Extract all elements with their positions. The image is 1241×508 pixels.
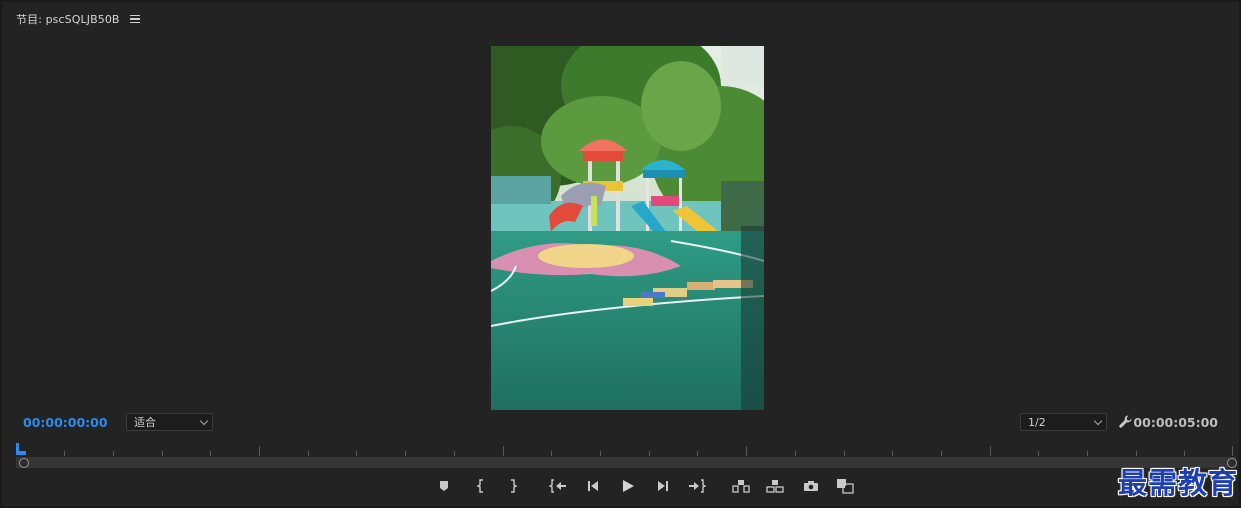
comparison-icon — [837, 479, 854, 494]
panel-tab-header: 节目: pscSQLJB50B — [16, 11, 140, 27]
ruler-tick — [210, 451, 211, 456]
ruler-tick — [990, 446, 991, 456]
step-forward-icon — [658, 481, 668, 491]
ruler-tick — [356, 451, 357, 456]
transport-controls — [2, 476, 1241, 496]
camera-icon — [804, 481, 818, 491]
zoom-level-select[interactable]: 适合 — [126, 413, 213, 431]
extract-icon — [766, 480, 784, 493]
time-ruler[interactable] — [16, 442, 1236, 458]
add-marker-button[interactable] — [433, 476, 455, 496]
go-to-out-icon — [689, 479, 706, 493]
ruler-tick — [795, 451, 796, 456]
ruler-tick — [1038, 451, 1039, 456]
zoom-scroll-left-handle[interactable] — [19, 458, 29, 468]
export-frame-button[interactable] — [800, 476, 822, 496]
program-monitor-panel: 节目: pscSQLJB50B 00:00:00:00 适合 1/2 00:00… — [0, 0, 1241, 508]
wrench-icon[interactable] — [1117, 413, 1135, 431]
ruler-tick — [844, 451, 845, 456]
go-to-in-icon — [549, 479, 566, 493]
mark-out-button[interactable] — [502, 476, 524, 496]
ruler-tick — [162, 451, 163, 456]
step-back-icon — [588, 481, 598, 491]
ruler-tick — [649, 451, 650, 456]
ruler-tick — [600, 451, 601, 456]
ruler-tick — [259, 446, 260, 456]
playhead[interactable] — [16, 442, 26, 456]
play-button[interactable] — [617, 476, 639, 496]
zoom-scroll-bar[interactable] — [16, 457, 1236, 468]
chevron-down-icon — [199, 416, 209, 426]
watermark-logo: 最需教育 — [1118, 466, 1239, 500]
preview-frame-image — [491, 46, 764, 410]
marker-icon — [440, 481, 448, 491]
ruler-tick — [308, 451, 309, 456]
ruler-tick — [551, 451, 552, 456]
playback-resolution-select[interactable]: 1/2 — [1020, 413, 1107, 431]
mark-in-icon — [476, 479, 483, 493]
ruler-tick — [1087, 451, 1088, 456]
lift-icon — [732, 480, 750, 493]
extract-button[interactable] — [764, 476, 786, 496]
ruler-tick — [64, 451, 65, 456]
ruler-tick — [1184, 451, 1185, 456]
ruler-tick — [113, 451, 114, 456]
ruler-tick — [1136, 451, 1137, 456]
duration-timecode: 00:00:05:00 — [1133, 415, 1218, 430]
video-preview[interactable] — [491, 46, 764, 410]
ruler-tick — [1232, 446, 1233, 456]
step-back-button[interactable] — [582, 476, 604, 496]
chevron-down-icon — [1093, 416, 1103, 426]
ruler-tick — [892, 451, 893, 456]
go-to-in-button[interactable] — [547, 476, 569, 496]
current-timecode[interactable]: 00:00:00:00 — [23, 415, 108, 430]
play-icon — [623, 480, 634, 492]
ruler-tick — [941, 451, 942, 456]
panel-title[interactable]: 节目: pscSQLJB50B — [16, 11, 120, 27]
playback-resolution-value: 1/2 — [1028, 415, 1046, 429]
ruler-tick — [454, 451, 455, 456]
hamburger-icon[interactable] — [129, 15, 140, 23]
ruler-tick — [746, 446, 747, 456]
ruler-tick — [405, 451, 406, 456]
ruler-tick — [503, 446, 504, 456]
go-to-out-button[interactable] — [686, 476, 708, 496]
mark-in-button[interactable] — [470, 476, 492, 496]
step-forward-button[interactable] — [652, 476, 674, 496]
compare-view-button[interactable] — [834, 476, 856, 496]
lift-button[interactable] — [730, 476, 752, 496]
zoom-level-value: 适合 — [134, 416, 156, 429]
ruler-tick — [697, 451, 698, 456]
mark-out-icon — [511, 479, 518, 493]
